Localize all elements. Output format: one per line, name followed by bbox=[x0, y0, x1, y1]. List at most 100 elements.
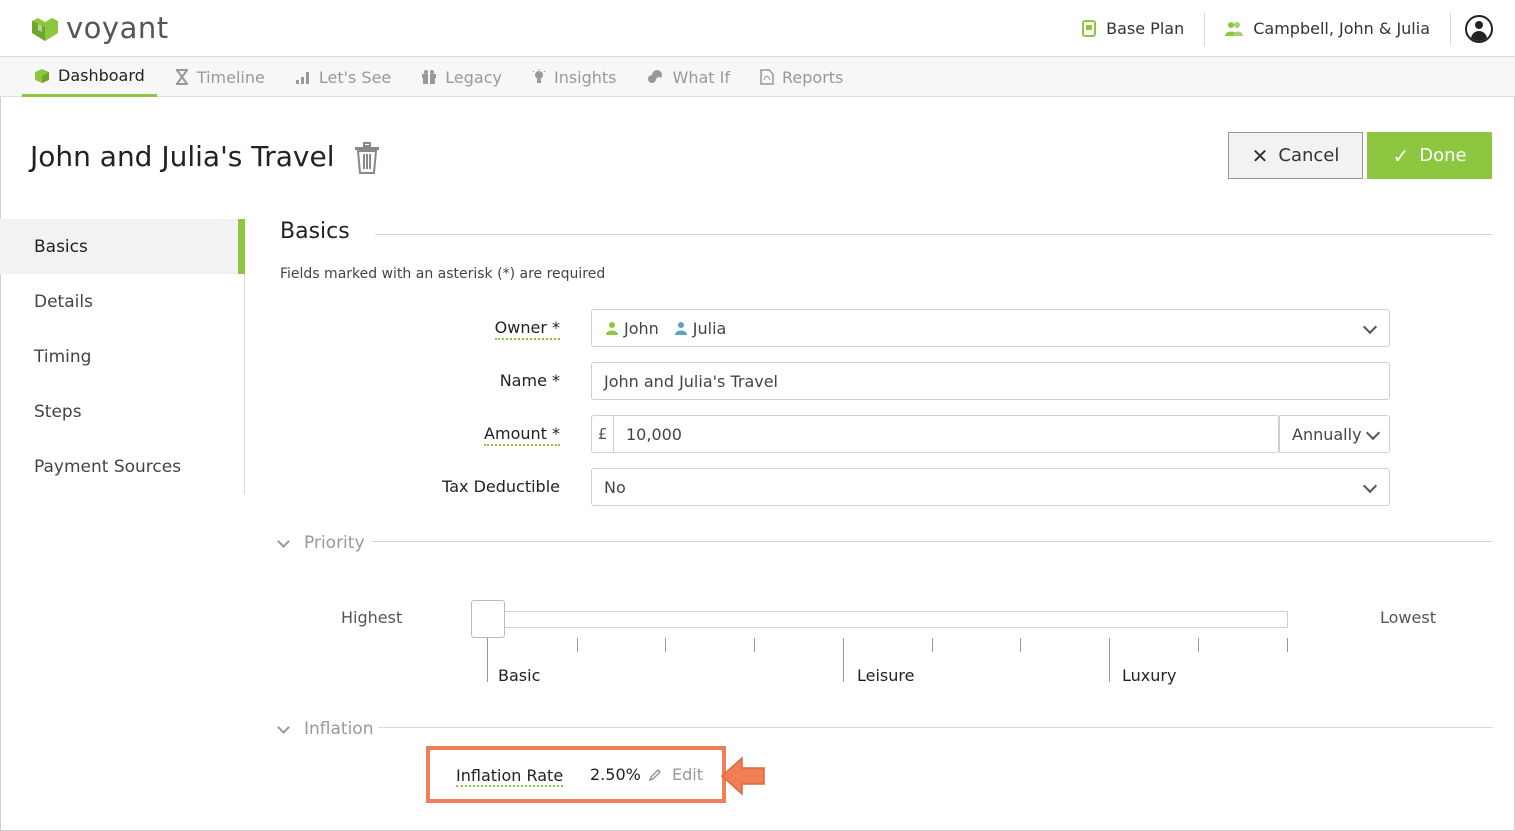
person-icon bbox=[606, 322, 618, 335]
tax-deductible-label: Tax Deductible bbox=[442, 477, 560, 496]
tab-label: Dashboard bbox=[58, 66, 145, 85]
brand-logo[interactable]: voyant bbox=[30, 10, 169, 46]
tab-timeline[interactable]: Timeline bbox=[163, 57, 277, 97]
tab-label: Legacy bbox=[445, 67, 502, 87]
top-bar: voyant Base Plan Campbell, John & Julia bbox=[0, 0, 1515, 57]
tax-deductible-value: No bbox=[604, 477, 626, 497]
priority-slider-handle[interactable] bbox=[471, 600, 505, 638]
frequency-value: Annually bbox=[1292, 424, 1362, 444]
cancel-label: Cancel bbox=[1278, 145, 1340, 166]
tab-what-if[interactable]: What If bbox=[635, 57, 742, 97]
chevron-down-icon bbox=[1362, 319, 1378, 335]
name-label: Name * bbox=[499, 371, 560, 390]
priority-tick bbox=[1020, 638, 1021, 652]
priority-tick-major bbox=[843, 638, 844, 682]
owner-label: Owner * bbox=[494, 318, 560, 340]
inflation-section-toggle[interactable]: Inflation bbox=[277, 719, 373, 739]
voyant-logo-icon bbox=[32, 18, 58, 41]
basics-section-title: Basics bbox=[280, 219, 350, 244]
priority-lowest-label: Lowest bbox=[1380, 608, 1436, 627]
priority-slider-track[interactable] bbox=[487, 611, 1288, 628]
owner-name: John bbox=[624, 318, 659, 338]
priority-category-leisure: Leisure bbox=[857, 666, 915, 685]
tab-dashboard[interactable]: Dashboard bbox=[22, 57, 157, 97]
sidebar-item-basics[interactable]: Basics bbox=[0, 219, 245, 274]
section-divider bbox=[378, 727, 1493, 728]
amount-value: 10,000 bbox=[626, 424, 682, 444]
pdf-icon bbox=[760, 69, 774, 85]
owner-chip-julia: Julia bbox=[674, 318, 727, 338]
main-nav-bar: Dashboard Timeline Let's See Legacy Insi… bbox=[0, 57, 1515, 97]
base-plan-label: Base Plan bbox=[1106, 19, 1185, 38]
sidebar-item-steps[interactable]: Steps bbox=[0, 384, 244, 439]
gift-icon bbox=[421, 69, 437, 85]
done-button[interactable]: ✓ Done bbox=[1367, 132, 1492, 179]
priority-tick bbox=[1287, 638, 1288, 652]
tab-label: Reports bbox=[782, 67, 844, 87]
chevron-down-icon bbox=[277, 720, 290, 734]
edit-label: Edit bbox=[672, 765, 703, 784]
tab-legacy[interactable]: Legacy bbox=[409, 57, 514, 97]
required-fields-note: Fields marked with an asterisk (*) are r… bbox=[280, 266, 606, 282]
clients-icon bbox=[1225, 21, 1244, 36]
priority-title: Priority bbox=[304, 533, 365, 553]
tab-label: What If bbox=[672, 67, 730, 87]
people-cloud-icon bbox=[647, 69, 665, 85]
client-selector[interactable]: Campbell, John & Julia bbox=[1205, 12, 1450, 46]
priority-tick bbox=[1198, 638, 1199, 652]
section-sidebar: Basics Details Timing Steps Payment Sour… bbox=[0, 219, 245, 494]
pencil-icon bbox=[648, 768, 662, 781]
sidebar-item-label: Basics bbox=[34, 236, 88, 257]
sidebar-item-label: Timing bbox=[34, 346, 92, 367]
frequency-select[interactable]: Annually bbox=[1279, 415, 1390, 453]
section-divider bbox=[375, 234, 1493, 235]
currency-symbol: £ bbox=[592, 416, 614, 452]
sidebar-item-timing[interactable]: Timing bbox=[0, 329, 244, 384]
chevron-down-icon bbox=[277, 534, 290, 548]
priority-category-basic: Basic bbox=[498, 666, 541, 685]
cancel-button[interactable]: ✕ Cancel bbox=[1228, 132, 1363, 179]
done-label: Done bbox=[1419, 145, 1467, 166]
section-divider bbox=[371, 541, 1493, 542]
priority-tick-major bbox=[487, 638, 488, 682]
sidebar-item-label: Steps bbox=[34, 401, 82, 422]
owner-name: Julia bbox=[692, 318, 727, 338]
tab-reports[interactable]: Reports bbox=[748, 57, 855, 97]
priority-tick-major bbox=[1109, 638, 1110, 682]
priority-tick bbox=[754, 638, 755, 652]
tab-insights[interactable]: Insights bbox=[520, 57, 629, 97]
tab-label: Insights bbox=[553, 67, 617, 87]
tax-deductible-select[interactable]: No bbox=[591, 468, 1390, 506]
sidebar-item-label: Payment Sources bbox=[34, 456, 182, 477]
priority-tick bbox=[932, 638, 933, 652]
owner-select[interactable]: John Julia bbox=[591, 309, 1390, 347]
priority-highest-label: Highest bbox=[341, 608, 403, 627]
amount-label: Amount * bbox=[484, 424, 560, 446]
name-value: John and Julia's Travel bbox=[604, 371, 778, 391]
callout-arrow-icon bbox=[720, 756, 765, 796]
inflation-edit-link[interactable]: Edit bbox=[648, 765, 703, 784]
top-divider bbox=[1450, 11, 1451, 46]
inflation-rate-label: Inflation Rate bbox=[456, 766, 564, 787]
trash-icon[interactable] bbox=[354, 142, 380, 174]
plan-doc-icon bbox=[1082, 20, 1097, 37]
user-avatar-icon[interactable] bbox=[1465, 14, 1493, 43]
tab-label: Timeline bbox=[196, 67, 265, 87]
page-title: John and Julia's Travel bbox=[30, 140, 335, 173]
bar-chart-icon bbox=[295, 70, 311, 84]
base-plan-selector[interactable]: Base Plan bbox=[1062, 12, 1204, 46]
amount-input[interactable]: £ 10,000 bbox=[591, 415, 1279, 453]
hourglass-icon bbox=[175, 69, 189, 85]
tab-lets-see[interactable]: Let's See bbox=[283, 57, 403, 97]
sidebar-item-details[interactable]: Details bbox=[0, 274, 244, 329]
name-input[interactable]: John and Julia's Travel bbox=[591, 362, 1390, 400]
lightbulb-icon bbox=[532, 69, 546, 85]
tab-label: Let's See bbox=[318, 67, 392, 87]
close-icon: ✕ bbox=[1251, 143, 1269, 168]
priority-section-toggle[interactable]: Priority bbox=[277, 533, 365, 553]
chevron-down-icon bbox=[1362, 478, 1378, 494]
person-icon bbox=[674, 322, 687, 335]
checkmark-icon: ✓ bbox=[1392, 143, 1410, 168]
sidebar-item-payment-sources[interactable]: Payment Sources bbox=[0, 439, 244, 494]
brand-name: voyant bbox=[66, 11, 169, 45]
